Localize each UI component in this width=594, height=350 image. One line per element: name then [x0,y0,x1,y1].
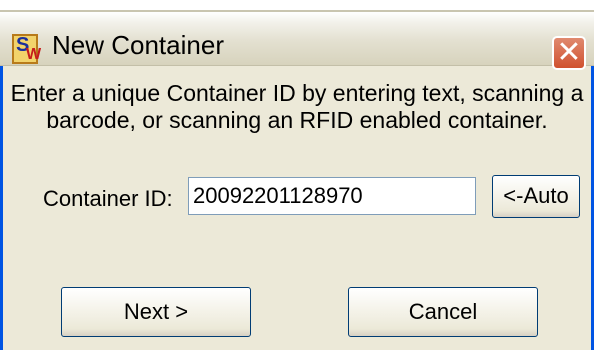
next-button[interactable]: Next > [61,287,251,337]
instruction-text: Enter a unique Container ID by entering … [10,80,584,133]
title-bar: S W New Container ✕ [0,10,594,70]
close-icon: ✕ [556,36,582,69]
auto-button[interactable]: <-Auto [492,175,580,218]
close-button[interactable]: ✕ [552,36,586,70]
app-icon: S W [12,34,41,64]
container-id-label: Container ID: [43,186,173,211]
cancel-button[interactable]: Cancel [348,287,538,337]
window-title: New Container [52,30,224,60]
container-id-input[interactable] [188,177,476,215]
